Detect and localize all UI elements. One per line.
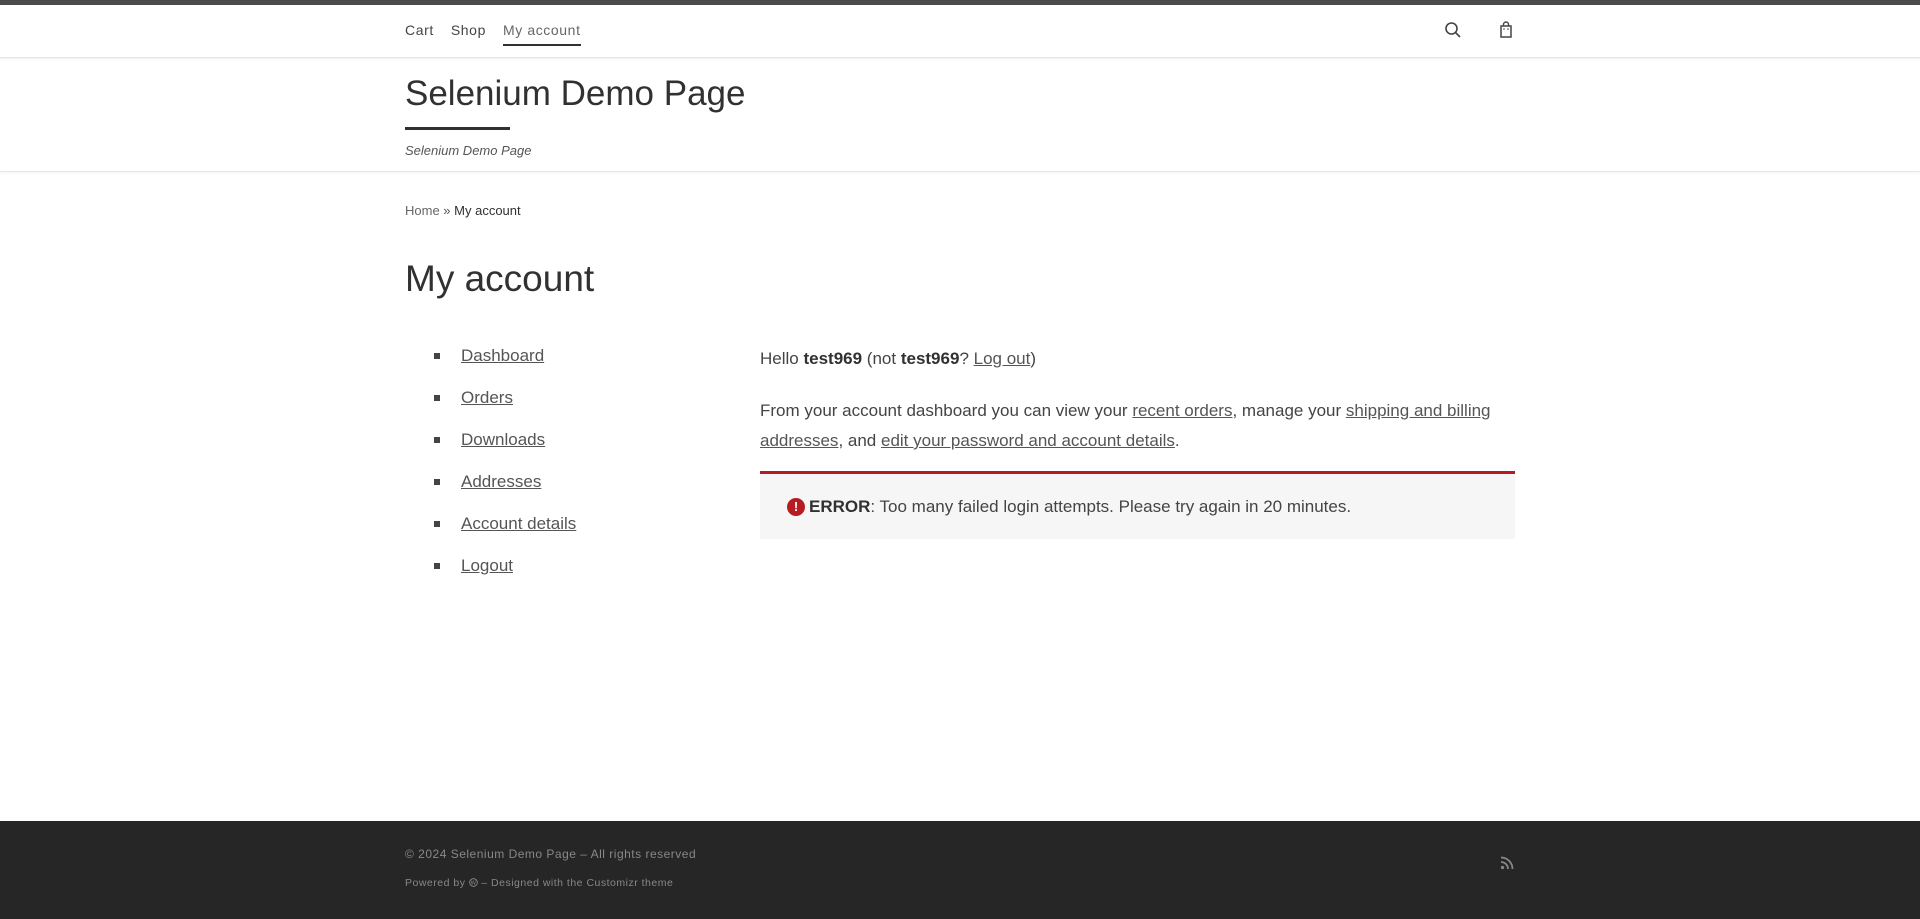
- error-label: ERROR: [809, 496, 871, 516]
- main-menu: Cart Shop My account: [405, 22, 581, 46]
- site-footer: © 2024 Selenium Demo Page – All rights r…: [0, 821, 1920, 919]
- wordpress-icon[interactable]: W: [469, 878, 478, 887]
- breadcrumb-home[interactable]: Home: [405, 203, 440, 218]
- account-nav-logout[interactable]: Logout: [461, 556, 513, 576]
- cart-icon[interactable]: [1497, 21, 1515, 39]
- desc-text-2: , manage your: [1232, 401, 1346, 420]
- nav-item-shop[interactable]: Shop: [451, 22, 486, 46]
- account-nav-item: Logout: [434, 545, 576, 587]
- account-nav-account-details[interactable]: Account details: [461, 514, 576, 534]
- theme-credit-text: – Designed with the Customizr theme: [481, 877, 674, 889]
- close-paren: ): [1030, 349, 1037, 368]
- account-nav-item: Orders: [434, 377, 576, 419]
- account-navigation: Dashboard Orders Downloads Addresses Acc…: [434, 335, 576, 587]
- top-navbar: Cart Shop My account: [0, 5, 1920, 58]
- dashboard-description: From your account dashboard you can view…: [760, 396, 1515, 456]
- site-tagline: Selenium Demo Page: [405, 143, 532, 158]
- account-nav-downloads[interactable]: Downloads: [461, 430, 545, 450]
- hello-message: Hello test969 (not test969? Log out): [760, 344, 1515, 374]
- account-details-link[interactable]: edit your password and account details: [881, 431, 1175, 450]
- desc-text-1: From your account dashboard you can view…: [760, 401, 1133, 420]
- error-message: : Too many failed login attempts. Please…: [870, 496, 1352, 516]
- username-repeat: test969: [900, 349, 960, 368]
- account-nav-item: Downloads: [434, 419, 576, 461]
- site-header: Selenium Demo Page Selenium Demo Page: [0, 59, 1920, 172]
- footer-copyright: © 2024 Selenium Demo Page – All rights r…: [405, 847, 697, 861]
- powered-by-text: Powered by: [405, 877, 466, 889]
- rss-icon[interactable]: [1499, 855, 1515, 871]
- logout-link[interactable]: Log out: [974, 349, 1031, 368]
- search-icon[interactable]: [1444, 21, 1462, 39]
- breadcrumb-current: My account: [454, 203, 521, 218]
- nav-item-my-account[interactable]: My account: [502, 22, 581, 46]
- account-nav-dashboard[interactable]: Dashboard: [461, 346, 544, 366]
- footer-credits: Powered by W – Designed with the Customi…: [405, 877, 673, 889]
- not-text: (not: [862, 349, 901, 368]
- page-title: My account: [405, 258, 595, 299]
- hello-text: Hello: [760, 349, 804, 368]
- username: test969: [803, 349, 863, 368]
- error-notice: ! ERROR: Too many failed login attempts.…: [760, 471, 1515, 539]
- desc-text-4: .: [1174, 431, 1180, 450]
- account-nav-item: Dashboard: [434, 335, 576, 377]
- question-text: ?: [959, 349, 974, 368]
- account-dashboard-content: Hello test969 (not test969? Log out) Fro…: [760, 344, 1515, 456]
- account-nav-addresses[interactable]: Addresses: [461, 472, 541, 492]
- nav-icons: [1444, 21, 1515, 39]
- account-nav-item: Addresses: [434, 461, 576, 503]
- nav-item-cart[interactable]: Cart: [405, 22, 434, 46]
- site-title[interactable]: Selenium Demo Page: [405, 74, 745, 114]
- error-icon: !: [787, 497, 805, 516]
- breadcrumb-separator: »: [439, 203, 455, 218]
- desc-text-3: , and: [838, 431, 881, 450]
- title-underline: [405, 127, 510, 130]
- svg-text:W: W: [470, 881, 476, 887]
- account-nav-orders[interactable]: Orders: [461, 388, 513, 408]
- breadcrumb: Home » My account: [405, 203, 521, 218]
- account-nav-item: Account details: [434, 503, 576, 545]
- recent-orders-link[interactable]: recent orders: [1132, 401, 1232, 420]
